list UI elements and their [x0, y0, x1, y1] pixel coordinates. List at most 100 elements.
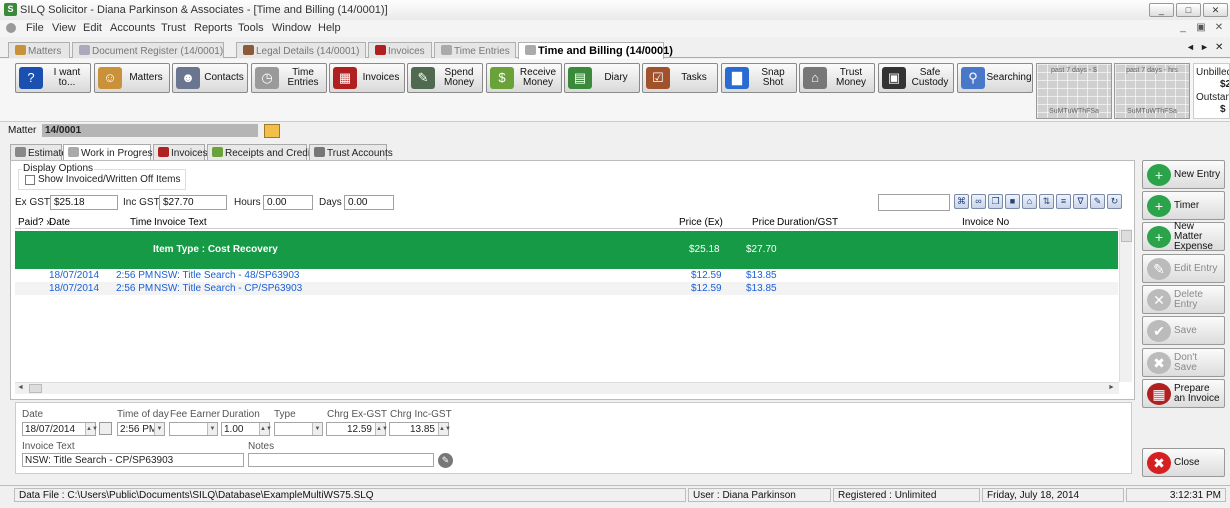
mdi-close-button[interactable]: ✕	[1212, 22, 1226, 34]
col-duration-gst[interactable]: Duration/GST	[777, 217, 838, 228]
tab-trust-accounts[interactable]: Trust Accounts	[309, 144, 393, 160]
toolbar-time-entries-button[interactable]: ◷ Time Entries	[251, 63, 327, 93]
save-button[interactable]: ✔ Save	[1142, 316, 1225, 345]
chevron-down-icon[interactable]: ▼	[312, 423, 322, 435]
time-of-day-field[interactable]: 2:56 PM ▼	[117, 422, 165, 436]
toolbar-diary-button[interactable]: ▤ Diary	[564, 63, 640, 93]
chrg-inc-gst-field[interactable]: 13.85 ▲▼	[389, 422, 451, 436]
prepare-an-invoice-button[interactable]: ▦ Prepare an Invoice	[1142, 379, 1225, 408]
timer-button[interactable]: + Timer	[1142, 191, 1225, 220]
toolbar-searching-button[interactable]: ⚲ Searching	[957, 63, 1033, 93]
menu-window[interactable]: Window	[272, 22, 311, 34]
doc-tab-matters[interactable]: Matters	[8, 42, 70, 58]
col-date[interactable]: Date	[49, 217, 70, 228]
col-invoice-no[interactable]: Invoice No	[962, 217, 1009, 228]
show-invoiced-checkbox[interactable]	[25, 175, 35, 185]
don-t-save-button[interactable]: ✖ Don't Save	[1142, 348, 1225, 377]
chrg-ex-gst-field[interactable]: 12.59 ▲▼	[326, 422, 388, 436]
menu-accounts[interactable]: Accounts	[110, 22, 155, 34]
doc-tab-legal-details[interactable]: Legal Details (14/0001)	[236, 42, 366, 58]
tab-work-in-progress[interactable]: Work in Progress	[63, 144, 158, 161]
new-entry-button[interactable]: + New Entry	[1142, 160, 1225, 189]
delete-entry-button[interactable]: ✕ Delete Entry	[1142, 285, 1225, 314]
edit-grid-icon[interactable]: ✎	[1090, 194, 1105, 209]
toolbar-receive-money-button[interactable]: $ Receive Money	[486, 63, 562, 93]
scroll-right-icon[interactable]: ►	[1108, 384, 1115, 391]
chevron-down-icon[interactable]: ▼	[207, 423, 217, 435]
scroll-thumb[interactable]	[29, 384, 42, 393]
toolbar-spend-money-button[interactable]: ✎ Spend Money	[407, 63, 483, 93]
doc-tab-invoices[interactable]: Invoices	[368, 42, 432, 58]
minimize-button[interactable]: _	[1149, 3, 1174, 17]
lock-icon[interactable]: ⌂	[1022, 194, 1037, 209]
toolbar-snap-shot-button[interactable]: ▇ Snap Shot	[721, 63, 797, 93]
table-row[interactable]: 18/07/2014 2:56 PM NSW: Title Search - 4…	[15, 269, 1118, 282]
horizontal-scrollbar[interactable]: ◄ ►	[15, 382, 1119, 394]
col-paid[interactable]: Paid? »	[18, 217, 52, 228]
spin-icon[interactable]: ▲▼	[259, 423, 272, 435]
refresh-icon[interactable]: ↻	[1107, 194, 1122, 209]
fee-earner-select[interactable]: ▼	[169, 422, 218, 436]
copy-icon[interactable]: ❐	[988, 194, 1003, 209]
chevron-down-icon[interactable]: ▼	[154, 423, 164, 435]
toolbar-i-want-to-button[interactable]: ? I want to...	[15, 63, 91, 93]
tab-scroll-right-icon[interactable]: ►	[1200, 42, 1209, 52]
doc-tab-document-register[interactable]: Document Register (14/0001)	[72, 42, 224, 58]
sort-icon[interactable]: ⇅	[1039, 194, 1054, 209]
col-time[interactable]: Time	[130, 217, 152, 228]
menu-tools[interactable]: Tools	[238, 22, 264, 34]
col-price-ex[interactable]: Price (Ex)	[679, 217, 723, 228]
menu-view[interactable]: View	[52, 22, 76, 34]
menu-edit[interactable]: Edit	[83, 22, 102, 34]
toolbar-matters-button[interactable]: ☺ Matters	[94, 63, 170, 93]
scroll-thumb[interactable]	[1121, 230, 1132, 242]
filter-icon[interactable]: ∇	[1073, 194, 1088, 209]
mdi-restore-button[interactable]: ▣	[1194, 22, 1208, 34]
doc-tab-time-entries[interactable]: Time Entries	[434, 42, 516, 58]
table-row[interactable]: 18/07/2014 2:56 PM NSW: Title Search - C…	[15, 282, 1118, 295]
tab-invoices[interactable]: Invoices	[153, 144, 208, 160]
matter-lookup-button[interactable]	[264, 124, 280, 138]
toolbar-safe-custody-button[interactable]: ▣ Safe Custody	[878, 63, 954, 93]
doc-tab-time-and-billing[interactable]: Time and Billing (14/0001)	[518, 42, 673, 59]
scroll-left-icon[interactable]: ◄	[17, 384, 24, 391]
toolbar-contacts-button[interactable]: ☻ Contacts	[172, 63, 248, 93]
grid-search-input[interactable]	[878, 194, 950, 211]
notes-edit-icon[interactable]: ✎	[438, 453, 453, 468]
mdi-minimize-button[interactable]: _	[1176, 22, 1190, 34]
calendar-icon[interactable]	[99, 422, 112, 435]
col-invoice-text[interactable]: Invoice Text	[154, 217, 207, 228]
tab-close-icon[interactable]: ✕	[1215, 42, 1223, 53]
menu-file[interactable]: File	[26, 22, 44, 34]
edit-entry-button[interactable]: ✎ Edit Entry	[1142, 254, 1225, 283]
tab-receipts-and-credits[interactable]: Receipts and Credits	[207, 144, 318, 160]
close-window-button[interactable]: ✕	[1203, 3, 1228, 17]
spin-icon[interactable]: ▲▼	[85, 423, 98, 435]
close-button[interactable]: ✖ Close	[1142, 448, 1225, 477]
app-menu-icon[interactable]	[6, 23, 16, 33]
vertical-scrollbar[interactable]	[1119, 229, 1132, 382]
new-matter-expense-button[interactable]: + New Matter Expense	[1142, 221, 1225, 251]
save-icon[interactable]: ■	[1005, 194, 1020, 209]
spin-icon[interactable]: ▲▼	[438, 423, 451, 435]
menu-reports[interactable]: Reports	[194, 22, 233, 34]
tab-estimate[interactable]: Estimate	[10, 144, 67, 160]
type-select[interactable]: ▼	[274, 422, 323, 436]
col-price[interactable]: Price	[752, 217, 775, 228]
notes-field[interactable]	[248, 453, 434, 467]
invoice-text-field[interactable]: NSW: Title Search - CP/SP63903	[22, 453, 244, 467]
menu-help[interactable]: Help	[318, 22, 341, 34]
toolbar-invoices-button[interactable]: ▦ Invoices	[329, 63, 405, 93]
maximize-button[interactable]: □	[1176, 3, 1201, 17]
tab-scroll-left-icon[interactable]: ◄	[1186, 42, 1195, 52]
date-field[interactable]: 18/07/2014 ▲▼	[22, 422, 98, 436]
spin-icon[interactable]: ▲▼	[375, 423, 388, 435]
toolbar-tasks-button[interactable]: ☑ Tasks	[642, 63, 718, 93]
binoculars-icon[interactable]: ⌘	[954, 194, 969, 209]
menu-trust[interactable]: Trust	[161, 22, 186, 34]
columns-icon[interactable]: ≡	[1056, 194, 1071, 209]
link-icon[interactable]: ∞	[971, 194, 986, 209]
toolbar-trust-money-button[interactable]: ⌂ Trust Money	[799, 63, 875, 93]
duration-field[interactable]: 1.00 ▲▼	[221, 422, 272, 436]
group-row-cost-recovery[interactable]: Item Type : Cost Recovery $25.18 $27.70	[15, 231, 1118, 269]
